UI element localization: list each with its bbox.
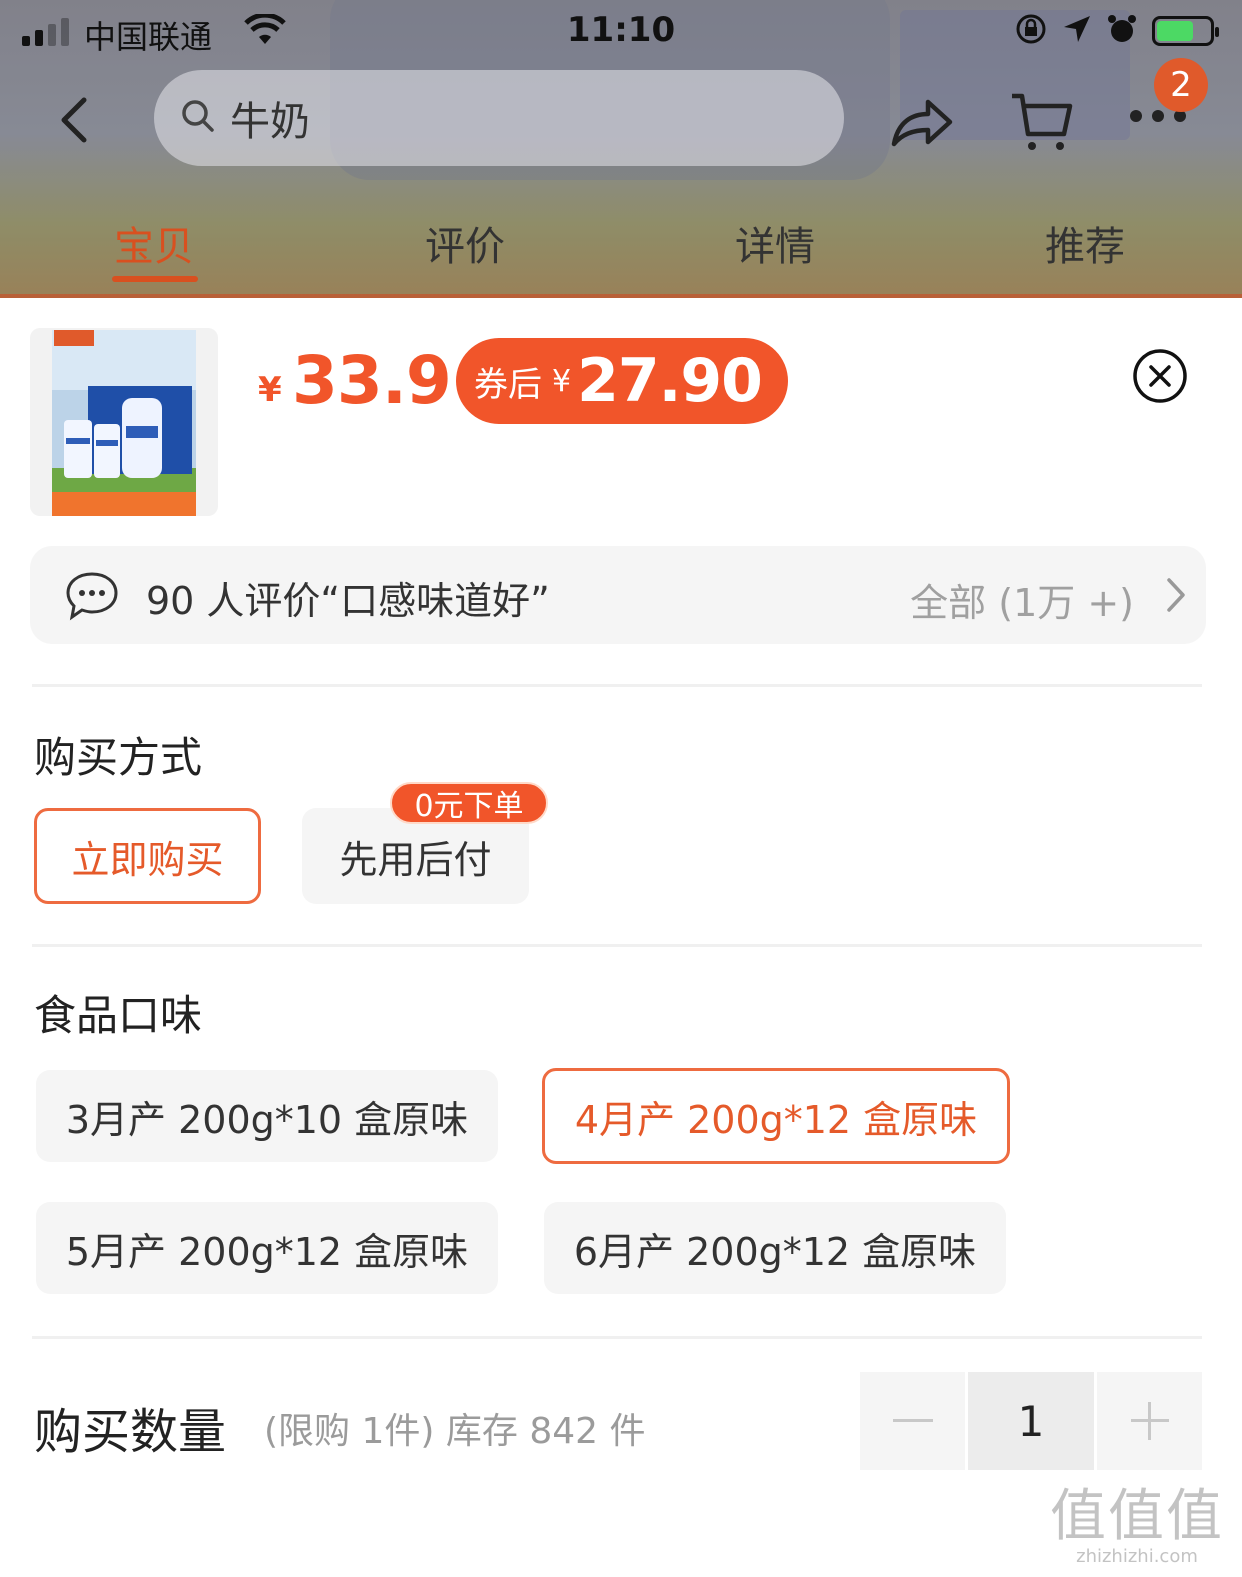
back-icon[interactable] bbox=[56, 96, 92, 148]
sku-selection-sheet: ¥ 33.9 券后 ¥ 27.90 90 人评价“口感味道好” 全部 (1万 +… bbox=[0, 298, 1242, 1577]
zero-yuan-order-tag: 0元下单 bbox=[390, 782, 548, 824]
flavor-option-june[interactable]: 6月产 200g*12 盒原味 bbox=[544, 1202, 1006, 1294]
close-icon[interactable] bbox=[1132, 348, 1188, 408]
decrease-button[interactable] bbox=[860, 1372, 965, 1470]
purchase-method-title: 购买方式 bbox=[34, 733, 203, 782]
coupon-label: 券后 bbox=[474, 364, 542, 405]
product-tabs: 宝贝 评价 详情 推荐 bbox=[0, 214, 1242, 284]
review-summary-bar[interactable]: 90 人评价“口感味道好” 全部 (1万 +) bbox=[30, 546, 1206, 644]
cart-icon[interactable] bbox=[1008, 90, 1074, 160]
flavor-option-march[interactable]: 3月产 200g*10 盒原味 bbox=[36, 1070, 498, 1162]
divider bbox=[32, 944, 1202, 947]
quantity-title: 购买数量 bbox=[34, 1404, 227, 1460]
flavor-option-may[interactable]: 5月产 200g*12 盒原味 bbox=[36, 1202, 498, 1294]
chevron-right-icon bbox=[1164, 576, 1188, 618]
flavor-title: 食品口味 bbox=[34, 991, 203, 1040]
search-icon bbox=[180, 98, 216, 138]
review-summary-text: 90 人评价“口感味道好” bbox=[146, 579, 550, 623]
battery-icon bbox=[1152, 16, 1219, 46]
tab-baobei[interactable]: 宝贝 bbox=[114, 214, 194, 272]
review-all-link[interactable]: 全部 (1万 +) bbox=[910, 572, 1134, 627]
share-icon[interactable] bbox=[888, 94, 954, 156]
status-bar: 中国联通 11:10 bbox=[0, 0, 1242, 64]
quantity-value[interactable]: 1 bbox=[968, 1372, 1094, 1470]
coupon-currency: ¥ bbox=[552, 363, 572, 399]
cart-count-badge: 2 bbox=[1154, 58, 1208, 112]
option-buy-now[interactable]: 立即购买 bbox=[34, 808, 261, 904]
location-icon bbox=[1062, 14, 1092, 48]
quantity-stepper: 1 bbox=[860, 1372, 1202, 1470]
tab-reviews[interactable]: 评价 bbox=[425, 214, 505, 272]
tab-details[interactable]: 详情 bbox=[735, 214, 815, 272]
active-tab-indicator bbox=[112, 276, 198, 282]
dimmed-page-header: 中国联通 11:10 牛奶 2 宝贝 评价 详情 推荐 bbox=[0, 0, 1242, 298]
watermark-logo: 值值值 bbox=[1050, 1484, 1224, 1549]
coupon-price-badge: 券后 ¥ 27.90 bbox=[456, 338, 788, 424]
search-query: 牛奶 bbox=[230, 99, 310, 145]
divider bbox=[32, 1336, 1202, 1339]
price-currency: ¥ bbox=[258, 370, 282, 410]
quantity-note: (限购 1件) 库存 842 件 bbox=[264, 1411, 646, 1452]
product-thumbnail[interactable] bbox=[30, 328, 218, 516]
watermark: 值值值 zhizhizhi.com bbox=[1050, 1471, 1224, 1567]
increase-button[interactable] bbox=[1097, 1372, 1202, 1470]
search-bar[interactable]: 牛奶 bbox=[154, 70, 844, 166]
divider bbox=[32, 684, 1202, 687]
alarm-icon bbox=[1106, 13, 1138, 49]
chat-bubble-icon bbox=[64, 570, 120, 626]
rotation-lock-icon bbox=[1014, 12, 1048, 50]
coupon-price: 27.90 bbox=[577, 346, 763, 416]
flavor-option-april[interactable]: 4月产 200g*12 盒原味 bbox=[542, 1068, 1010, 1164]
tab-recommend[interactable]: 推荐 bbox=[1045, 214, 1125, 272]
price: 33.9 bbox=[292, 342, 452, 419]
nav-bar: 牛奶 2 bbox=[0, 58, 1242, 170]
